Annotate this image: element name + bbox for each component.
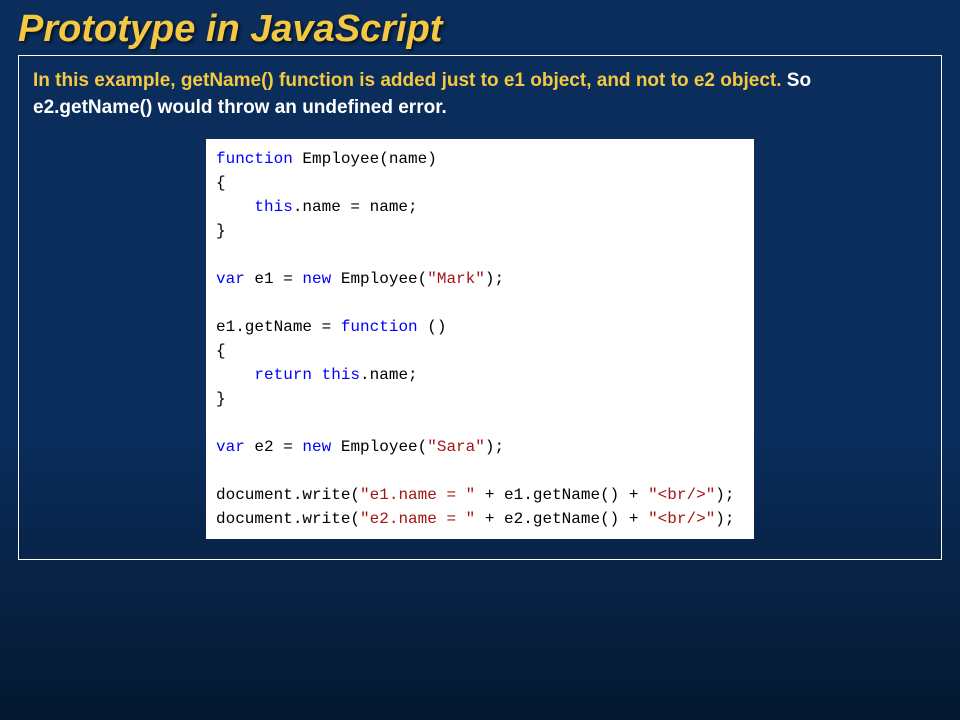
code-keyword: return — [254, 366, 312, 384]
code-keyword: this — [254, 198, 292, 216]
code-text: .name; — [360, 366, 418, 384]
code-keyword: function — [341, 318, 418, 336]
code-text: e1.getName = — [216, 318, 341, 336]
slide-title: Prototype in JavaScript — [0, 0, 960, 55]
code-text: + e1.getName() + — [475, 486, 648, 504]
code-text: } — [216, 222, 226, 240]
code-string: "Sara" — [427, 438, 485, 456]
code-string: "Mark" — [427, 270, 485, 288]
code-keyword: new — [302, 270, 331, 288]
code-text: ); — [715, 510, 734, 528]
code-text: document.write( — [216, 486, 360, 504]
code-keyword: function — [216, 150, 293, 168]
code-text: Employee( — [331, 438, 427, 456]
code-keyword: var — [216, 438, 245, 456]
code-string: "e1.name = " — [360, 486, 475, 504]
code-text: Employee( — [331, 270, 427, 288]
code-text: document.write( — [216, 510, 360, 528]
code-keyword: this — [322, 366, 360, 384]
code-text: e2 = — [245, 438, 303, 456]
code-text: () — [418, 318, 447, 336]
code-text: ); — [485, 270, 504, 288]
code-text: { — [216, 174, 226, 192]
code-text: ); — [715, 486, 734, 504]
code-keyword: new — [302, 438, 331, 456]
code-string: "e2.name = " — [360, 510, 475, 528]
content-box: In this example, getName() function is a… — [18, 55, 942, 560]
code-string: "<br/>" — [648, 510, 715, 528]
code-text: + e2.getName() + — [475, 510, 648, 528]
code-text — [216, 366, 254, 384]
code-text: } — [216, 390, 226, 408]
code-keyword: var — [216, 270, 245, 288]
code-block: function Employee(name) { this.name = na… — [206, 139, 754, 539]
code-text: .name = name; — [293, 198, 418, 216]
code-text: ); — [485, 438, 504, 456]
description-text: In this example, getName() function is a… — [33, 68, 927, 121]
code-text: Employee(name) — [293, 150, 437, 168]
code-text: e1 = — [245, 270, 303, 288]
code-text — [216, 198, 254, 216]
description-highlight: In this example, getName() function is a… — [33, 70, 787, 91]
code-text: { — [216, 342, 226, 360]
code-text — [312, 366, 322, 384]
code-string: "<br/>" — [648, 486, 715, 504]
